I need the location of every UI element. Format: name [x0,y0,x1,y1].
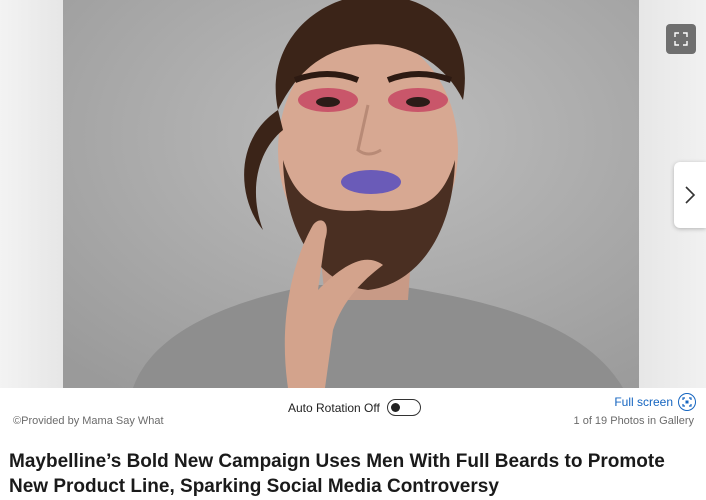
toggle-knob [390,402,400,412]
auto-rotation-label: Auto Rotation Off [288,400,380,415]
auto-rotation-control: Auto Rotation Off [288,399,421,416]
portrait-illustration [63,0,639,388]
photo-counter: 1 of 19 Photos in Gallery [573,415,694,427]
chevron-right-icon [685,186,696,204]
fullscreen-icon [678,393,696,411]
gallery-photo[interactable] [63,0,639,388]
auto-rotation-toggle[interactable] [386,399,421,416]
photo-gallery [0,0,706,388]
expand-button[interactable] [666,24,696,54]
expand-icon [674,32,688,46]
article-headline[interactable]: Maybelline’s Bold New Campaign Uses Men … [9,449,699,499]
fullscreen-button[interactable]: Full screen [614,393,696,411]
next-photo-button[interactable] [674,162,706,228]
photo-credit: ©Provided by Mama Say What [13,415,164,427]
fullscreen-label: Full screen [614,395,673,409]
